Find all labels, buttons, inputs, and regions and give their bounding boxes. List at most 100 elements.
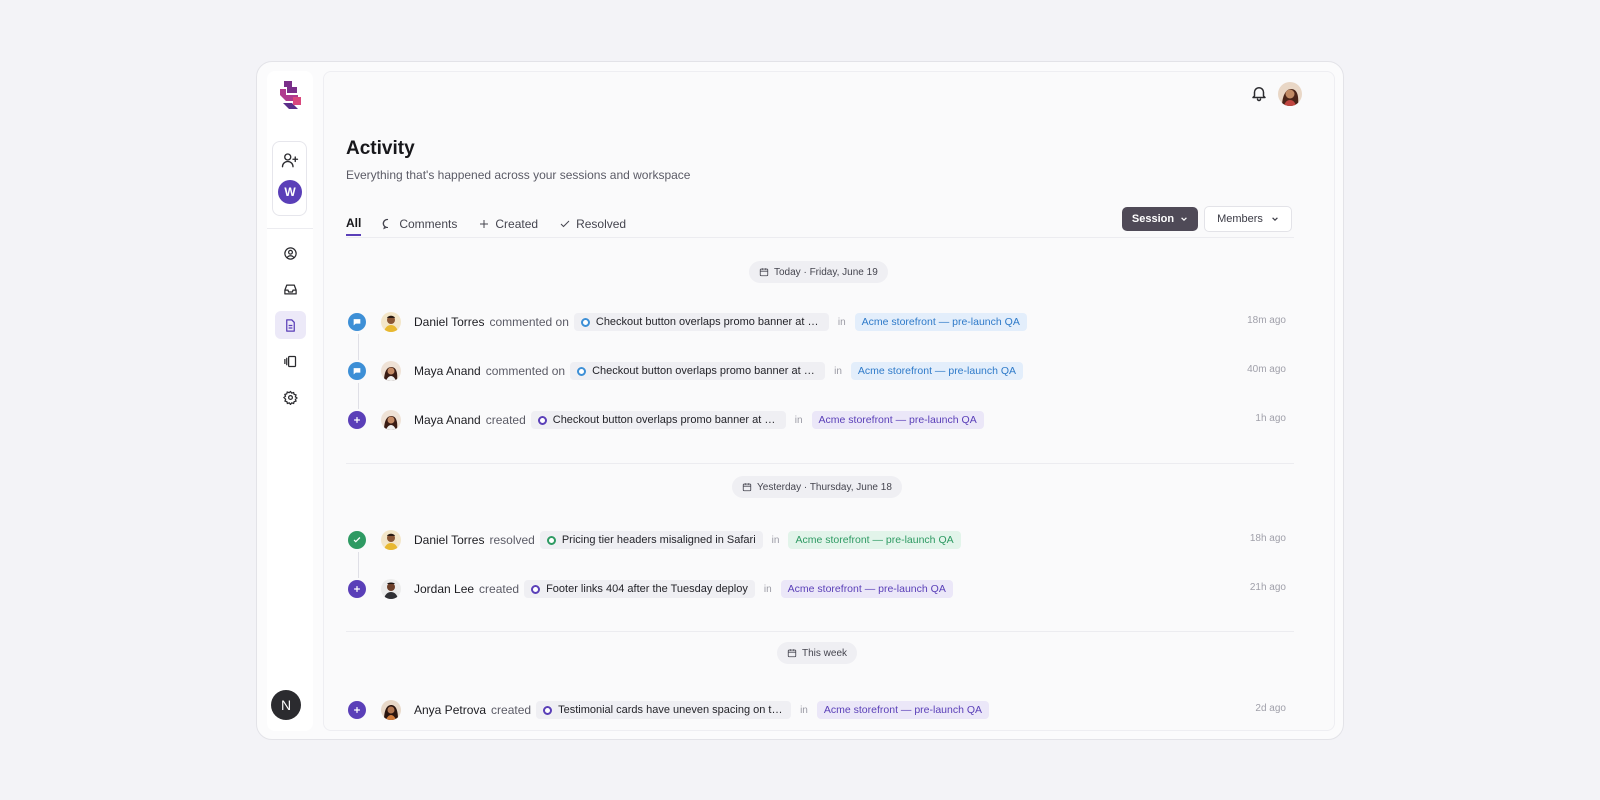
actor-name[interactable]: Maya Anand xyxy=(414,364,481,378)
issue-status-icon xyxy=(531,584,541,594)
issue-status-icon xyxy=(577,366,587,376)
issue-title: Checkout button overlaps promo banner at… xyxy=(552,414,779,426)
tab-label: All xyxy=(346,215,362,230)
issue-chip[interactable]: Checkout button overlaps promo banner at… xyxy=(570,362,826,380)
issue-status-icon xyxy=(543,705,553,715)
comment-badge-icon xyxy=(348,362,366,380)
calendar-icon xyxy=(759,268,769,277)
activity-row[interactable]: Maya Anand created Checkout button overl… xyxy=(346,408,1286,432)
issue-status-icon xyxy=(580,317,590,327)
date-label: Yesterday · Thursday, June 18 xyxy=(757,481,892,493)
issue-chip[interactable]: Checkout button overlaps promo banner at… xyxy=(530,411,786,429)
check-icon xyxy=(560,220,570,227)
activity-row[interactable]: Daniel Torres commented on Checkout butt… xyxy=(346,310,1286,334)
project-chip[interactable]: Acme storefront — pre-launch QA xyxy=(788,531,961,549)
in-label: in xyxy=(837,316,846,328)
bell-icon[interactable] xyxy=(1250,84,1268,102)
create-badge-icon xyxy=(348,411,366,429)
section-divider xyxy=(346,631,1294,632)
issue-chip[interactable]: Pricing tier headers misaligned in Safar… xyxy=(539,531,763,549)
tab-resolved[interactable]: Resolved xyxy=(559,209,626,236)
comment-badge-icon xyxy=(348,313,366,331)
actor-name[interactable]: Maya Anand xyxy=(414,413,481,427)
tab-label: Comments xyxy=(399,216,458,231)
issue-title: Checkout button overlaps promo banner at… xyxy=(592,365,818,377)
sidebar-item-activity[interactable] xyxy=(275,311,306,339)
calendar-icon xyxy=(787,649,797,658)
tab-all[interactable]: All xyxy=(346,209,362,236)
tab-label: Created xyxy=(495,216,539,231)
date-divider: Today · Friday, June 19 xyxy=(749,261,888,283)
actor-name[interactable]: Daniel Torres xyxy=(414,315,484,329)
sidebar: W N xyxy=(267,71,313,731)
action-verb: created xyxy=(485,413,526,427)
avatar xyxy=(381,579,401,599)
add-user-icon[interactable] xyxy=(281,151,299,169)
sidebar-item-profile[interactable] xyxy=(275,239,306,267)
app-window: W N Activity Everything that's happened … xyxy=(256,61,1344,740)
user-circle-icon xyxy=(284,246,297,260)
chevron-down-icon xyxy=(1272,217,1278,222)
project-chip[interactable]: Acme storefront — pre-launch QA xyxy=(780,580,953,598)
timestamp: 21h ago xyxy=(1249,582,1286,593)
activity-row[interactable]: Daniel Torres resolved Pricing tier head… xyxy=(346,528,1286,552)
main-panel: Activity Everything that's happened acro… xyxy=(323,71,1335,731)
project-chip[interactable]: Acme storefront — pre-launch QA xyxy=(854,313,1027,331)
in-label: in xyxy=(800,704,808,716)
workspace-group: W xyxy=(272,141,307,216)
plus-icon xyxy=(480,219,489,228)
action-verb: created xyxy=(491,703,532,717)
members-filter-button[interactable]: Members xyxy=(1204,206,1292,232)
project-chip[interactable]: Acme storefront — pre-launch QA xyxy=(816,701,990,719)
sidebar-item-inbox[interactable] xyxy=(275,275,306,303)
user-avatar[interactable] xyxy=(1278,82,1302,106)
session-filter-button[interactable]: Session xyxy=(1122,207,1198,231)
timestamp: 40m ago xyxy=(1247,364,1286,375)
sidebar-item-settings[interactable] xyxy=(275,383,306,411)
session-filter-label: Session xyxy=(1131,213,1175,225)
timeline-connector xyxy=(358,334,359,360)
chevron-down-icon xyxy=(1181,217,1187,222)
activity-row[interactable]: Maya Anand commented on Checkout button … xyxy=(346,359,1286,383)
issue-status-icon xyxy=(546,535,556,545)
avatar xyxy=(381,312,401,332)
date-label: Today · Friday, June 19 xyxy=(774,266,878,278)
project-chip[interactable]: Acme storefront — pre-launch QA xyxy=(850,362,1024,380)
in-label: in xyxy=(771,534,780,546)
actor-name[interactable]: Anya Petrova xyxy=(414,703,486,717)
tab-comments[interactable]: Comments xyxy=(382,209,457,236)
activity-row[interactable]: Anya Petrova created Testimonial cards h… xyxy=(346,698,1286,722)
timestamp: 18h ago xyxy=(1249,533,1286,544)
app-logo[interactable] xyxy=(278,81,303,111)
actor-name[interactable]: Jordan Lee xyxy=(414,582,474,596)
activity-tabs: All Comments Created Resolved xyxy=(346,209,626,237)
timeline-connector xyxy=(358,383,359,409)
date-label: This week xyxy=(802,647,848,659)
action-verb: commented on xyxy=(489,315,569,329)
sidebar-item-sessions[interactable] xyxy=(275,347,306,375)
date-divider: Yesterday · Thursday, June 18 xyxy=(732,476,902,498)
tab-label: Resolved xyxy=(576,216,627,231)
issue-status-icon xyxy=(537,415,547,425)
in-label: in xyxy=(834,365,842,377)
issue-chip[interactable]: Footer links 404 after the Tuesday deplo… xyxy=(524,580,755,598)
issue-title: Pricing tier headers misaligned in Safar… xyxy=(561,534,756,546)
activity-row[interactable]: Jordan Lee created Footer links 404 afte… xyxy=(346,577,1286,601)
gear-icon xyxy=(283,390,298,405)
tab-created[interactable]: Created xyxy=(478,209,538,236)
issue-chip[interactable]: Checkout button overlaps promo banner at… xyxy=(573,313,829,331)
sessions-icon xyxy=(284,355,297,367)
workspace-avatar[interactable]: W xyxy=(278,180,302,204)
account-avatar[interactable]: N xyxy=(271,690,301,720)
comment-icon xyxy=(383,218,389,229)
action-verb: created xyxy=(479,582,520,596)
actor-name[interactable]: Daniel Torres xyxy=(414,533,484,547)
in-label: in xyxy=(763,583,772,595)
action-verb: commented on xyxy=(485,364,566,378)
issue-title: Checkout button overlaps promo banner at… xyxy=(595,316,822,328)
issue-chip[interactable]: Testimonial cards have uneven spacing on… xyxy=(536,701,792,719)
avatar xyxy=(381,410,401,430)
project-chip[interactable]: Acme storefront — pre-launch QA xyxy=(811,411,984,429)
document-icon xyxy=(286,318,295,332)
in-label: in xyxy=(794,414,803,426)
